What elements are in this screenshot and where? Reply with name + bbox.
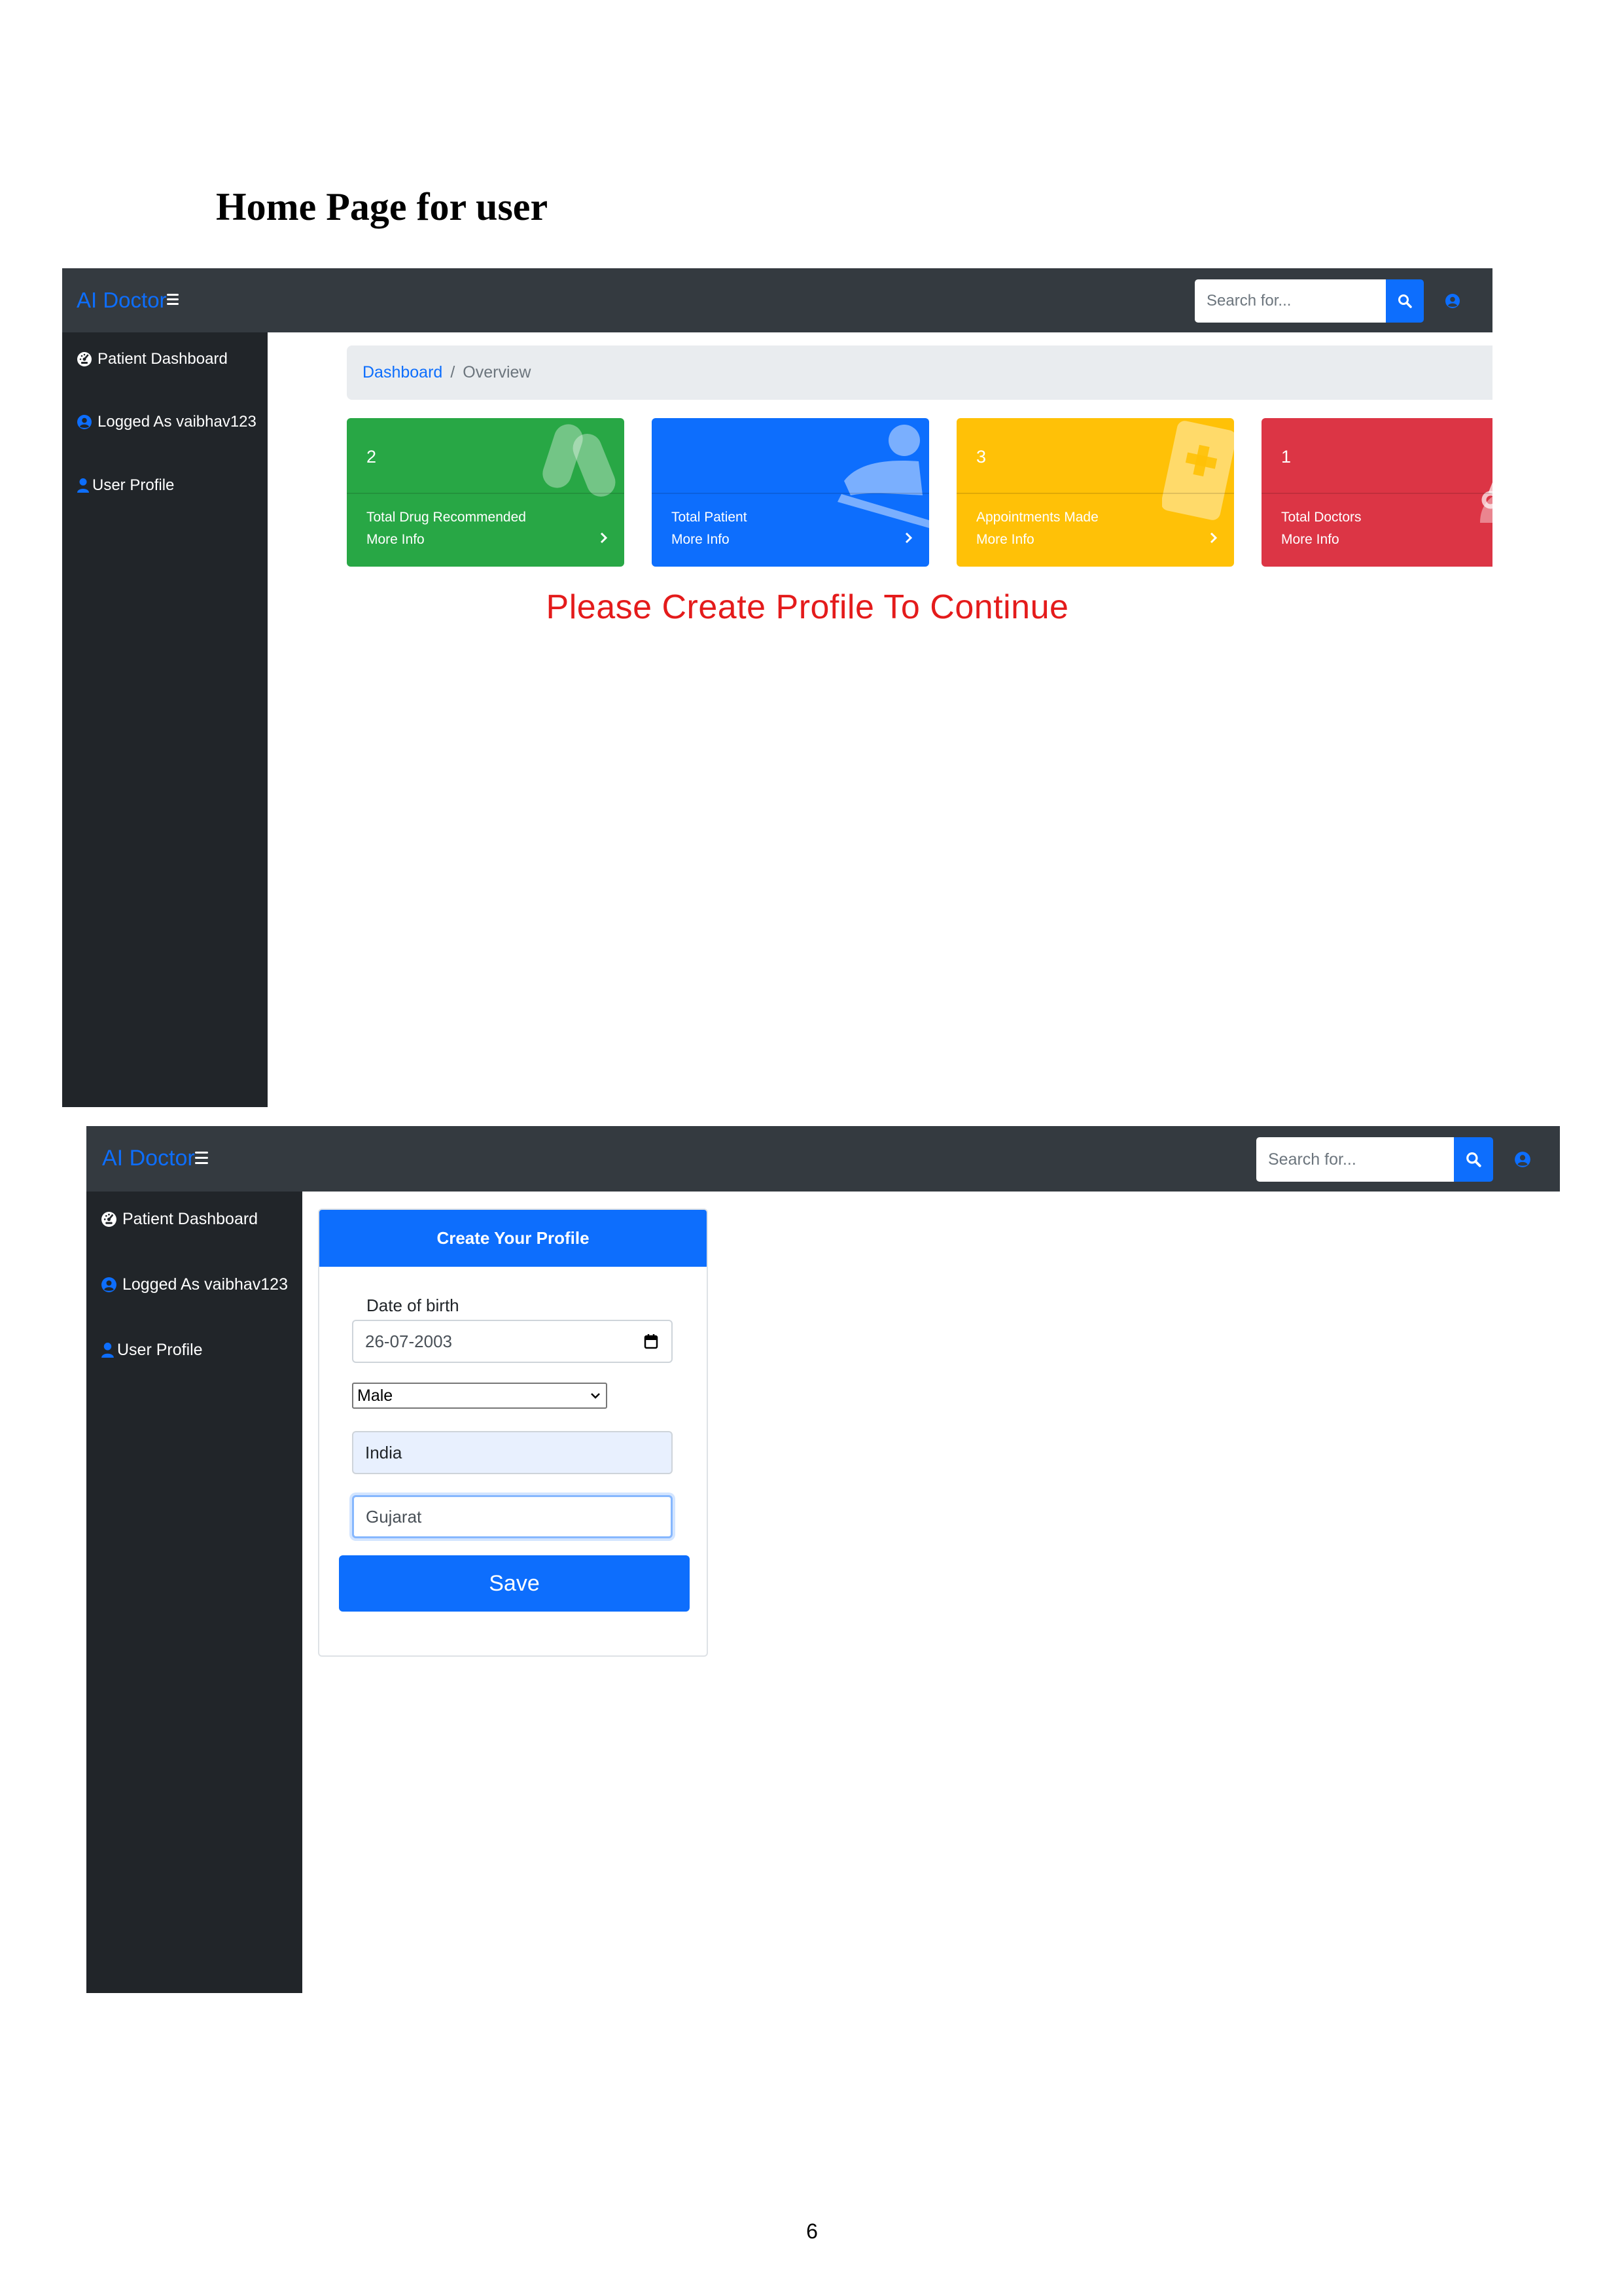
card-label: Total Patient xyxy=(671,510,747,525)
card-value: 2 xyxy=(366,447,377,467)
sidebar-item-patient-dashboard[interactable]: Patient Dashboard xyxy=(101,1210,258,1229)
dob-input[interactable]: 26-07-2003 xyxy=(352,1320,673,1363)
card-more-info-link[interactable]: More Info xyxy=(976,532,1034,548)
state-value: Gujarat xyxy=(366,1506,422,1527)
pills-icon xyxy=(542,424,616,497)
country-value: India xyxy=(365,1442,402,1462)
user-menu-button[interactable] xyxy=(1443,291,1462,311)
search-input[interactable] xyxy=(1256,1137,1454,1182)
sidebar-item-label: Logged As vaibhav123 xyxy=(122,1275,288,1294)
dob-label: Date of birth xyxy=(366,1296,459,1315)
user-circle-icon xyxy=(1515,1152,1530,1167)
stat-card-appointments[interactable]: 3 Appointments Made More Info xyxy=(957,418,1234,567)
calendar-icon[interactable] xyxy=(644,1333,658,1349)
chevron-right-icon[interactable] xyxy=(904,529,913,546)
sidebar-item-label: Logged As vaibhav123 xyxy=(97,413,256,431)
search-input[interactable] xyxy=(1195,279,1386,323)
profile-screenshot: AI Doctor Search for... Patient Dashboar… xyxy=(86,1126,1560,1993)
stat-card-doctors[interactable]: 1 Total Doctors More Info xyxy=(1262,418,1492,567)
search-form xyxy=(1256,1137,1493,1182)
search-button[interactable] xyxy=(1386,279,1424,323)
user-circle-icon xyxy=(77,414,92,430)
chevron-right-icon[interactable] xyxy=(599,529,609,546)
create-profile-notice: Please Create Profile To Continue xyxy=(546,588,1069,626)
dashboard-screenshot: AI Doctor Search for... Patient Dashboar… xyxy=(62,268,1492,1107)
profile-card-title: Create Your Profile xyxy=(319,1210,707,1267)
search-icon xyxy=(1466,1152,1481,1167)
brand-logo[interactable]: AI Doctor xyxy=(77,288,167,313)
sidebar-item-patient-dashboard[interactable]: Patient Dashboard xyxy=(77,350,228,368)
breadcrumb: Dashboard / Overview xyxy=(347,345,1492,400)
card-more-info-link[interactable]: More Info xyxy=(1281,532,1339,548)
sidebar-item-label: Patient Dashboard xyxy=(97,350,228,368)
top-navbar: AI Doctor xyxy=(62,268,1492,332)
gender-select[interactable]: Male xyxy=(352,1383,607,1409)
user-icon xyxy=(101,1342,115,1358)
search-icon xyxy=(1398,294,1412,308)
sidebar-item-logged-as[interactable]: Logged As vaibhav123 xyxy=(77,413,256,431)
card-more-info-link[interactable]: More Info xyxy=(671,532,730,548)
search-button[interactable] xyxy=(1454,1137,1493,1182)
card-label: Total Drug Recommended xyxy=(366,510,526,525)
top-navbar: AI Doctor xyxy=(86,1126,1560,1192)
search-form xyxy=(1195,279,1424,323)
procedures-icon xyxy=(838,425,929,528)
notes-medical-icon xyxy=(1162,421,1234,520)
save-button[interactable]: Save xyxy=(339,1555,690,1612)
stat-card-drugs[interactable]: 2 Total Drug Recommended More Info xyxy=(347,418,624,567)
breadcrumb-dashboard-link[interactable]: Dashboard xyxy=(362,363,442,382)
user-icon xyxy=(77,478,90,493)
card-value: 1 xyxy=(1281,447,1292,467)
user-circle-icon xyxy=(1445,294,1460,308)
state-input[interactable]: Gujarat xyxy=(352,1495,673,1538)
sidebar-item-label: User Profile xyxy=(117,1341,203,1359)
user-menu-button[interactable] xyxy=(1513,1150,1532,1169)
chevron-down-icon xyxy=(591,1393,600,1399)
card-label: Appointments Made xyxy=(976,510,1099,525)
user-circle-icon xyxy=(101,1277,117,1293)
sidebar: Patient Dashboard Logged As vaibhav123 U… xyxy=(62,332,268,1107)
tachometer-icon xyxy=(77,351,92,367)
sidebar-toggle-icon[interactable] xyxy=(167,294,179,305)
brand-logo[interactable]: AI Doctor xyxy=(102,1146,195,1171)
country-input[interactable]: India xyxy=(352,1431,673,1474)
stat-card-patients[interactable]: Total Patient More Info xyxy=(652,418,929,567)
user-md-icon xyxy=(1480,482,1492,523)
sidebar-item-label: Patient Dashboard xyxy=(122,1210,258,1228)
tachometer-icon xyxy=(101,1211,117,1227)
sidebar-item-user-profile[interactable]: User Profile xyxy=(101,1341,203,1360)
page-number: 6 xyxy=(806,2219,818,2243)
card-divider xyxy=(1262,493,1492,494)
breadcrumb-current: Overview xyxy=(463,363,531,381)
card-divider xyxy=(347,493,624,494)
card-label: Total Doctors xyxy=(1281,510,1362,525)
document-heading: Home Page for user xyxy=(216,185,548,228)
card-divider xyxy=(652,493,929,494)
sidebar-toggle-icon[interactable] xyxy=(195,1152,208,1164)
chevron-right-icon[interactable] xyxy=(1209,529,1218,546)
gender-value: Male xyxy=(357,1386,393,1405)
breadcrumb-separator: / xyxy=(450,363,455,381)
sidebar: Patient Dashboard Logged As vaibhav123 U… xyxy=(86,1192,302,1993)
card-value: 3 xyxy=(976,447,987,467)
dob-value: 26-07-2003 xyxy=(365,1331,452,1351)
card-more-info-link[interactable]: More Info xyxy=(366,532,425,548)
sidebar-item-label: User Profile xyxy=(92,476,175,494)
sidebar-item-logged-as[interactable]: Logged As vaibhav123 xyxy=(101,1275,288,1294)
create-profile-card: Create Your Profile Date of birth 26-07-… xyxy=(318,1209,708,1657)
card-divider xyxy=(957,493,1234,494)
sidebar-item-user-profile[interactable]: User Profile xyxy=(77,476,174,495)
